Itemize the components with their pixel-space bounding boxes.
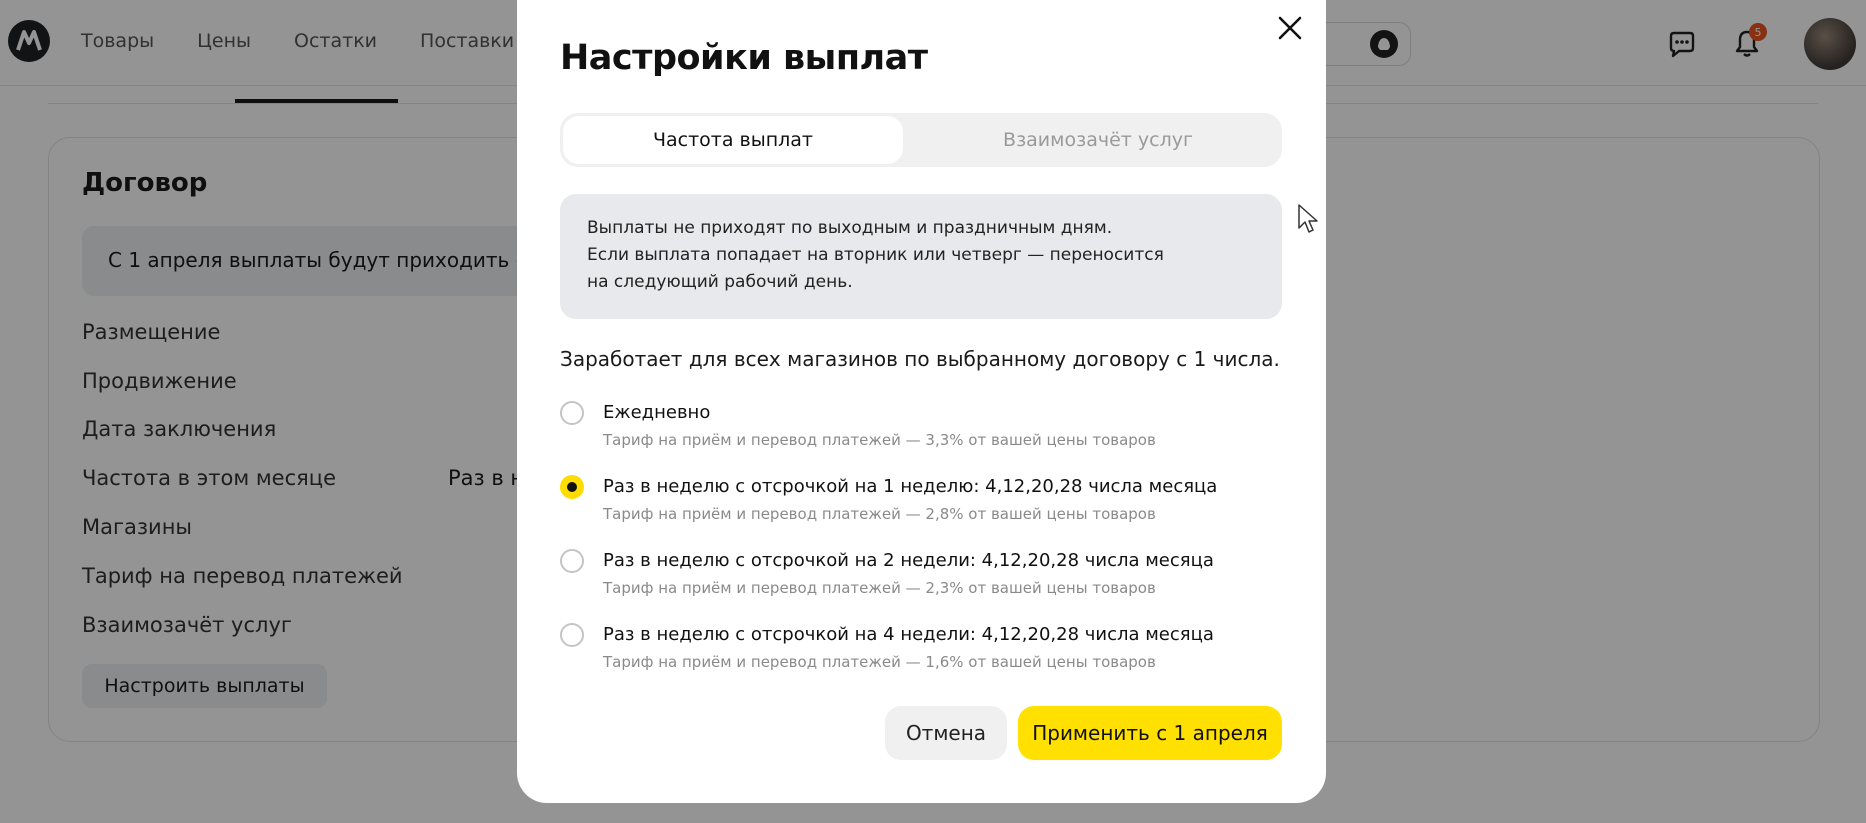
info-line: на следующий рабочий день. (587, 272, 853, 292)
option-weekly-4[interactable]: Раз в неделю с отсрочкой на 4 недели: 4,… (560, 623, 1282, 685)
option-subtitle: Тариф на приём и перевод платежей — 2,8%… (603, 505, 1156, 523)
radio-daily[interactable] (560, 401, 584, 425)
option-title: Раз в неделю с отсрочкой на 2 недели: 4,… (603, 550, 1214, 571)
option-subtitle: Тариф на приём и перевод платежей — 3,3%… (603, 431, 1156, 449)
option-subtitle: Тариф на приём и перевод платежей — 1,6%… (603, 653, 1156, 671)
radio-weekly-1[interactable] (560, 475, 584, 499)
info-box: Выплаты не приходят по выходным и праздн… (560, 194, 1282, 319)
info-line: Если выплата попадает на вторник или чет… (587, 245, 1164, 265)
modal-title: Настройки выплат (560, 38, 928, 78)
option-weekly-1[interactable]: Раз в неделю с отсрочкой на 1 неделю: 4,… (560, 475, 1282, 537)
close-icon[interactable] (1272, 10, 1308, 46)
radio-weekly-4[interactable] (560, 623, 584, 647)
option-title: Раз в неделю с отсрочкой на 4 недели: 4,… (603, 624, 1214, 645)
option-weekly-2[interactable]: Раз в неделю с отсрочкой на 2 недели: 4,… (560, 549, 1282, 611)
radio-weekly-2[interactable] (560, 549, 584, 573)
tab-payout-frequency[interactable]: Частота выплат (563, 116, 903, 164)
info-line: Выплаты не приходят по выходным и праздн… (587, 218, 1113, 238)
option-title: Раз в неделю с отсрочкой на 1 неделю: 4,… (603, 476, 1218, 497)
tab-service-offset[interactable]: Взаимозачёт услуг (920, 116, 1276, 164)
apply-button[interactable]: Применить с 1 апреля (1018, 706, 1282, 760)
radio-dot (567, 482, 577, 492)
lead-text: Заработает для всех магазинов по выбранн… (560, 347, 1280, 371)
modal-tabs: Частота выплат Взаимозачёт услуг (560, 113, 1282, 167)
option-title: Ежедневно (603, 402, 711, 423)
cursor-icon (1298, 204, 1318, 236)
option-daily[interactable]: Ежедневно Тариф на приём и перевод плате… (560, 401, 1282, 463)
option-subtitle: Тариф на приём и перевод платежей — 2,3%… (603, 579, 1156, 597)
cancel-button[interactable]: Отмена (885, 706, 1007, 760)
payout-settings-modal: Настройки выплат Частота выплат Взаимоза… (517, 0, 1326, 803)
